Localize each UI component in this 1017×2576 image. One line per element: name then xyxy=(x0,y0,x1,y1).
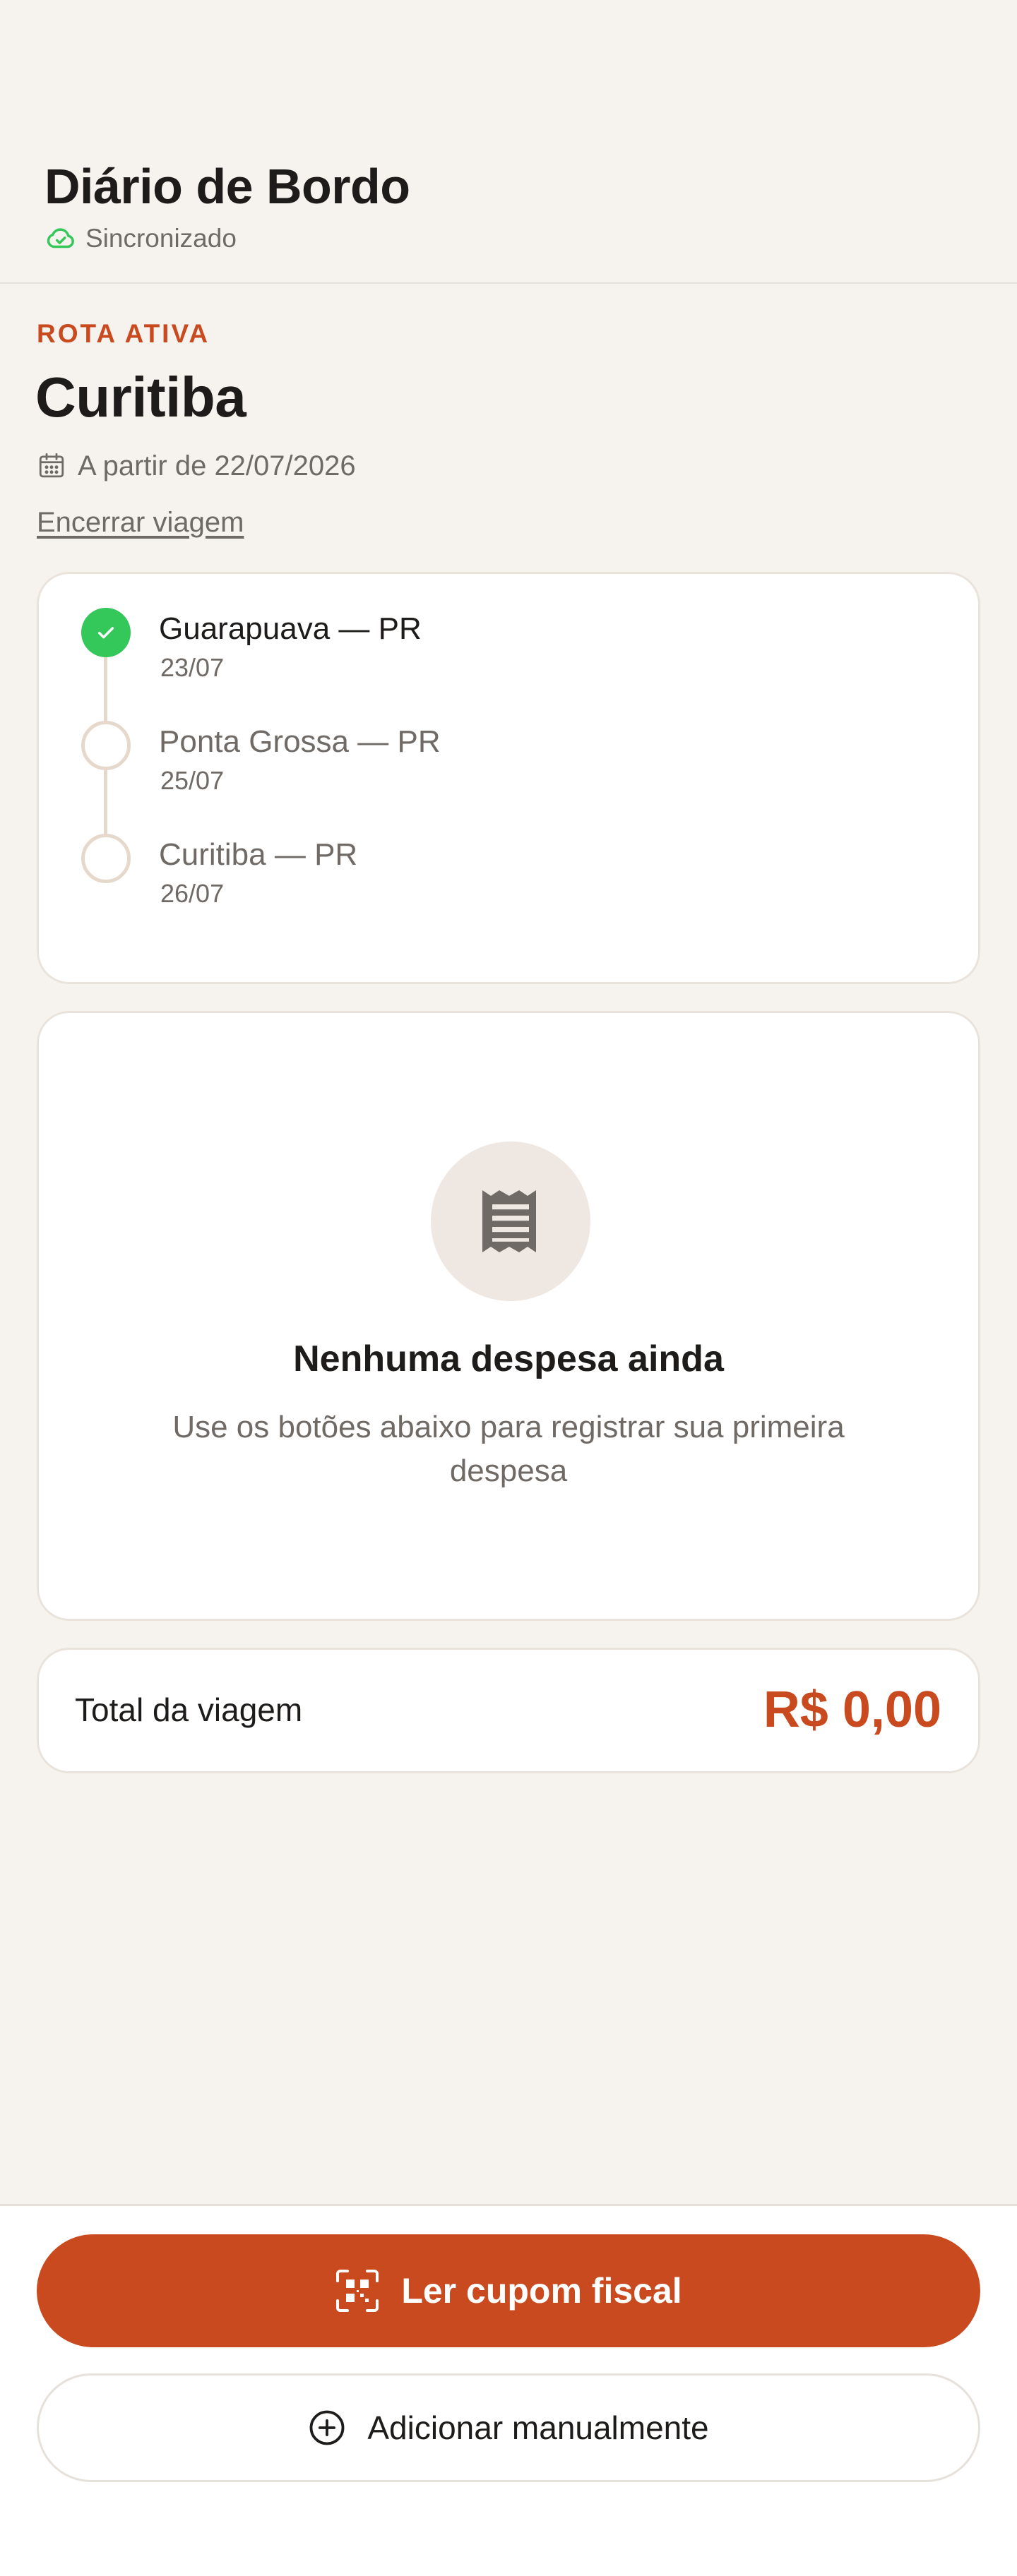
trip-total-card: Total da viagem R$ 0,00 xyxy=(37,1648,980,1773)
app-screen: Diário de Bordo Sincronizado ROTA ATIVA … xyxy=(0,0,1017,2576)
route-start-date: A partir de 22/07/2026 xyxy=(78,450,356,481)
add-manually-label: Adicionar manualmente xyxy=(367,2409,709,2446)
bottom-action-bar: Ler cupom fiscal Adicionar manualmente xyxy=(0,2204,1017,2576)
app-title: Diário de Bordo xyxy=(44,159,410,214)
cloud-check-icon xyxy=(47,228,74,248)
check-icon xyxy=(97,627,114,639)
route-date-row: A partir de 22/07/2026 xyxy=(37,446,356,486)
trip-total-label: Total da viagem xyxy=(75,1691,303,1728)
scan-receipt-button[interactable]: Ler cupom fiscal xyxy=(37,2234,980,2347)
empty-state-description: Use os botões abaixo para registrar sua … xyxy=(172,1410,845,1488)
receipt-icon-badge xyxy=(431,1142,590,1301)
sync-status-label: Sincronizado xyxy=(85,224,237,253)
expenses-empty-state: Nenhuma despesa ainda Use os botões abai… xyxy=(37,1011,980,1621)
sync-status: Sincronizado xyxy=(44,220,237,257)
stop-pending-indicator xyxy=(81,834,131,883)
add-manually-button[interactable]: Adicionar manualmente xyxy=(37,2373,980,2482)
empty-state-title: Nenhuma despesa ainda xyxy=(293,1338,724,1379)
stop-name: Curitiba — PR xyxy=(159,837,358,872)
stop-item: Guarapuava — PR 23/07 xyxy=(39,608,978,693)
app-header: Diário de Bordo Sincronizado xyxy=(0,0,1017,284)
receipt-icon xyxy=(482,1190,536,1252)
stop-date: 25/07 xyxy=(160,766,225,795)
scan-receipt-label: Ler cupom fiscal xyxy=(401,2271,682,2311)
stop-name: Ponta Grossa — PR xyxy=(159,724,441,759)
calendar-icon xyxy=(39,453,64,478)
stop-name: Guarapuava — PR xyxy=(159,611,422,646)
stop-item: Curitiba — PR 26/07 xyxy=(39,834,978,918)
plus-circle-icon xyxy=(309,2410,345,2445)
stop-item: Ponta Grossa — PR 25/07 xyxy=(39,721,978,805)
qr-scan-icon xyxy=(336,2270,379,2312)
end-trip-link[interactable]: Encerrar viagem xyxy=(37,507,244,539)
stop-date: 23/07 xyxy=(160,653,225,682)
stop-date: 26/07 xyxy=(160,879,225,908)
stop-pending-indicator xyxy=(81,721,131,770)
trip-total-value: R$ 0,00 xyxy=(763,1682,941,1738)
route-eyebrow: ROTA ATIVA xyxy=(37,319,210,348)
stop-completed-indicator xyxy=(81,608,131,657)
stops-card: Guarapuava — PR 23/07 Ponta Grossa — PR … xyxy=(37,572,980,984)
route-destination: Curitiba xyxy=(35,366,246,429)
